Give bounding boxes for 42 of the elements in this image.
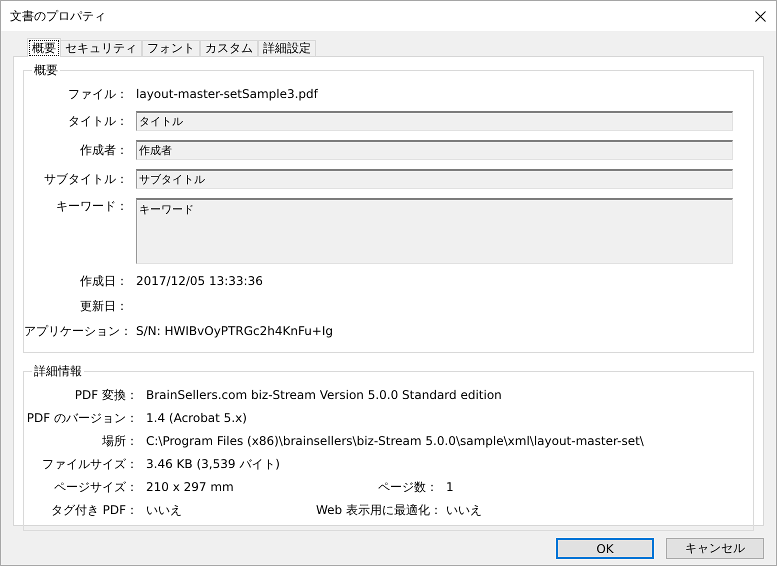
info-value: 210 x 297 mm: [146, 479, 235, 495]
field-value: S/N: HWIBvOyPTRGc2h4KnFu+Ig: [136, 323, 334, 339]
tab[interactable]: フォント: [142, 40, 200, 56]
dialog-button[interactable]: OK: [556, 538, 654, 559]
info-label: Web 表示用に最適化：: [316, 502, 438, 518]
group-title: 詳細情報: [32, 364, 84, 379]
tab[interactable]: カスタム: [200, 40, 258, 56]
group-title: 概要: [32, 63, 60, 78]
input-field[interactable]: タイトル: [136, 111, 733, 131]
close-icon[interactable]: [755, 10, 766, 22]
info-value: C:\Program Files (x86)\brainsellers\biz-Stream 5.0.0\sample\xml\layout-master-set\: [146, 433, 645, 449]
info-label: 場所：: [101, 433, 138, 449]
tab[interactable]: 概要: [27, 38, 61, 57]
info-value: いいえ: [446, 502, 483, 518]
info-label: PDF のバージョン：: [26, 410, 138, 426]
input-field[interactable]: サブタイトル: [136, 169, 733, 189]
dialog-button[interactable]: キャンセル: [666, 538, 764, 559]
field-label: 作成者：: [79, 142, 128, 159]
field-label: アプリケーション：: [24, 323, 128, 339]
tab[interactable]: 詳細設定: [258, 40, 316, 56]
info-label: ページ数：: [377, 479, 438, 495]
tab[interactable]: セキュリティ: [60, 40, 142, 56]
keywords-field[interactable]: キーワード: [136, 198, 733, 264]
field-label: キーワード：: [55, 198, 128, 214]
field-label: 作成日：: [79, 273, 128, 289]
info-label: ページサイズ：: [53, 479, 138, 495]
info-value: 1: [446, 479, 455, 495]
info-value: 1.4 (Acrobat 5.x): [146, 410, 248, 426]
field-label: 更新日：: [79, 298, 128, 314]
info-value: BrainSellers.com biz-Stream Version 5.0.0 Standard edition: [146, 387, 503, 403]
info-label: タグ付き PDF：: [50, 502, 138, 518]
input-field[interactable]: 作成者: [136, 140, 733, 160]
field-label: サブタイトル：: [43, 171, 128, 188]
field-value: layout-master-setSample3.pdf: [136, 86, 320, 102]
info-label: PDF 変換：: [74, 387, 138, 403]
field-value: 2017/12/05 13:33:36: [136, 273, 264, 289]
window-title: 文書のプロパティ: [10, 8, 106, 24]
info-value: いいえ: [146, 502, 183, 518]
field-label: ファイル：: [67, 86, 128, 102]
info-label: ファイルサイズ：: [41, 456, 138, 472]
info-value: 3.46 KB (3,539 バイト): [146, 456, 281, 472]
field-label: タイトル：: [67, 113, 128, 130]
